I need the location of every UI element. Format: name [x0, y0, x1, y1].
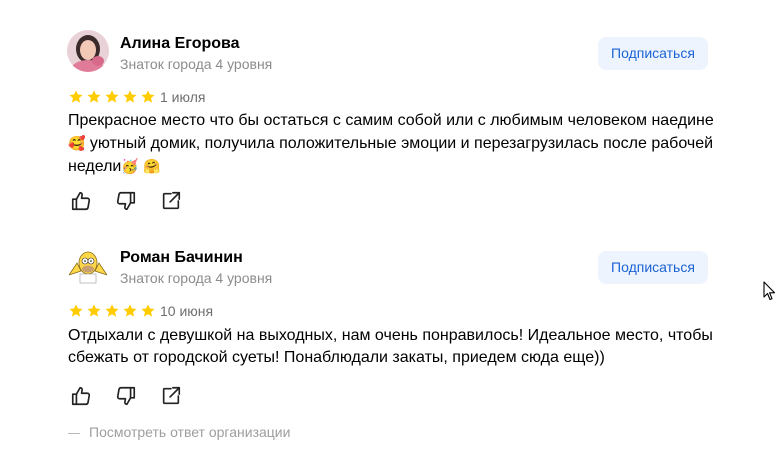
rating-stars — [68, 303, 156, 319]
avatar[interactable] — [67, 30, 109, 72]
subscribe-button[interactable]: Подписаться — [598, 37, 708, 70]
subscribe-button[interactable]: Подписаться — [598, 251, 708, 284]
hugging-face-emoji: 🤗 — [143, 158, 161, 174]
review-text: Отдыхали с девушкой на выходных, нам оче… — [68, 327, 713, 366]
author-name[interactable]: Алина Егорова — [120, 35, 240, 53]
star-icon — [104, 303, 120, 319]
star-icon — [140, 89, 156, 105]
share-icon[interactable] — [160, 190, 182, 212]
dislike-icon[interactable] — [115, 190, 137, 212]
cursor-icon — [763, 281, 776, 306]
smiling-hearts-emoji: 🥰 — [68, 135, 86, 151]
star-icon — [68, 303, 84, 319]
dash-divider — [68, 432, 80, 434]
star-icon — [122, 89, 138, 105]
star-icon — [104, 89, 120, 105]
star-icon — [86, 89, 102, 105]
author-name[interactable]: Роман Бачинин — [120, 249, 243, 267]
author-level: Знаток города 4 уровня — [120, 56, 273, 72]
share-icon[interactable] — [160, 385, 182, 407]
star-icon — [86, 303, 102, 319]
org-reply-link[interactable]: Посмотреть ответ организации — [68, 424, 290, 440]
review-text-part: Прекрасное место что бы остаться с самим… — [68, 112, 714, 129]
review-text-part: уютный домик, получила положительные эмо… — [68, 135, 714, 175]
avatar[interactable] — [67, 245, 109, 287]
party-face-emoji: 🥳 — [121, 158, 139, 174]
org-reply-label: Посмотреть ответ организации — [89, 424, 291, 440]
review-text: Прекрасное место что бы остаться с самим… — [68, 110, 718, 178]
review-date: 10 июня — [160, 303, 214, 319]
author-level: Знаток города 4 уровня — [120, 270, 273, 286]
star-icon — [122, 303, 138, 319]
rating-stars — [68, 89, 156, 105]
review-date: 1 июля — [160, 89, 206, 105]
like-icon[interactable] — [70, 385, 92, 407]
star-icon — [68, 89, 84, 105]
like-icon[interactable] — [70, 190, 92, 212]
dislike-icon[interactable] — [115, 385, 137, 407]
star-icon — [140, 303, 156, 319]
